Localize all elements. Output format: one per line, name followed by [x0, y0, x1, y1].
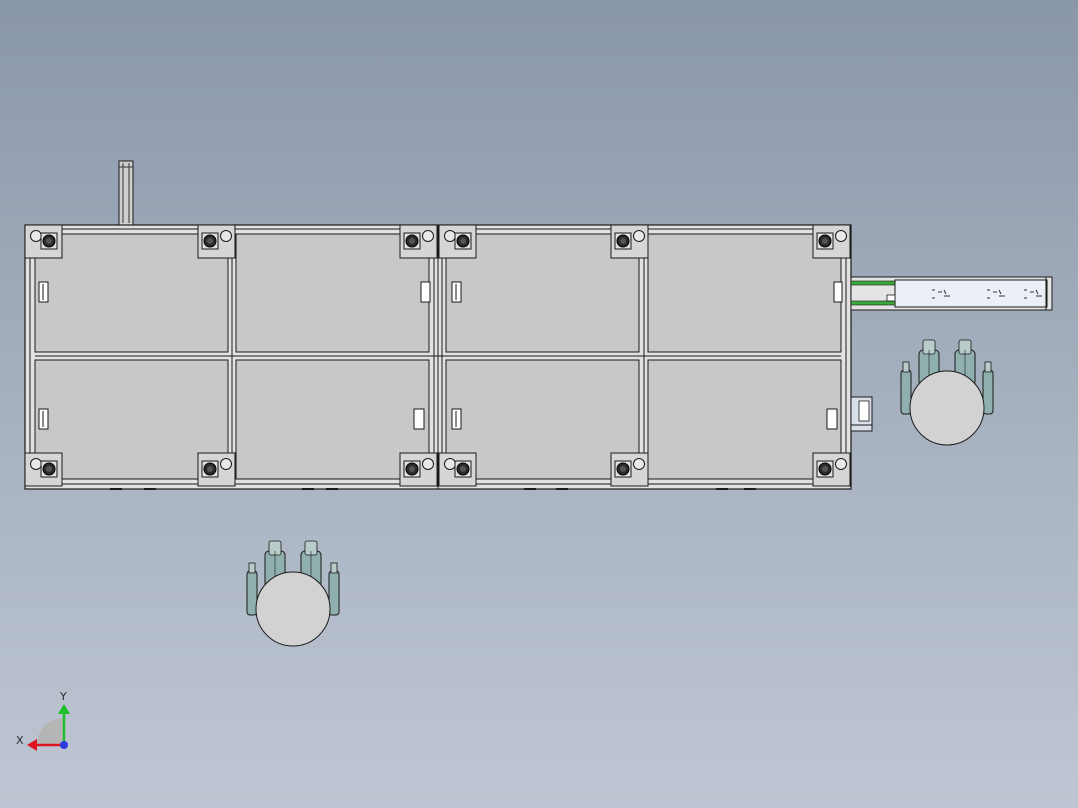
gripper-robot-bottom — [246, 540, 340, 647]
corner-bracket — [197, 452, 236, 487]
corner-bracket — [24, 224, 63, 259]
axis-triad: Y X — [16, 690, 70, 751]
corner-bracket — [610, 224, 649, 259]
corner-bracket — [24, 452, 63, 487]
corner-bracket — [399, 452, 438, 487]
corner-bracket — [197, 224, 236, 259]
corner-bracket — [399, 224, 438, 259]
sensor-block — [850, 396, 873, 432]
cad-viewport[interactable]: Y X — [0, 0, 1078, 808]
machine-frame — [24, 224, 852, 490]
gripper-robot-right — [900, 339, 994, 446]
corner-bracket — [610, 452, 649, 487]
triad-y-label: Y — [59, 690, 67, 703]
corner-bracket — [812, 224, 851, 259]
corner-bracket — [438, 224, 477, 259]
linear-module — [850, 276, 1053, 311]
triad-x-label: X — [16, 734, 24, 747]
vertical-post — [118, 160, 134, 226]
corner-bracket — [812, 452, 851, 487]
corner-bracket — [438, 452, 477, 487]
